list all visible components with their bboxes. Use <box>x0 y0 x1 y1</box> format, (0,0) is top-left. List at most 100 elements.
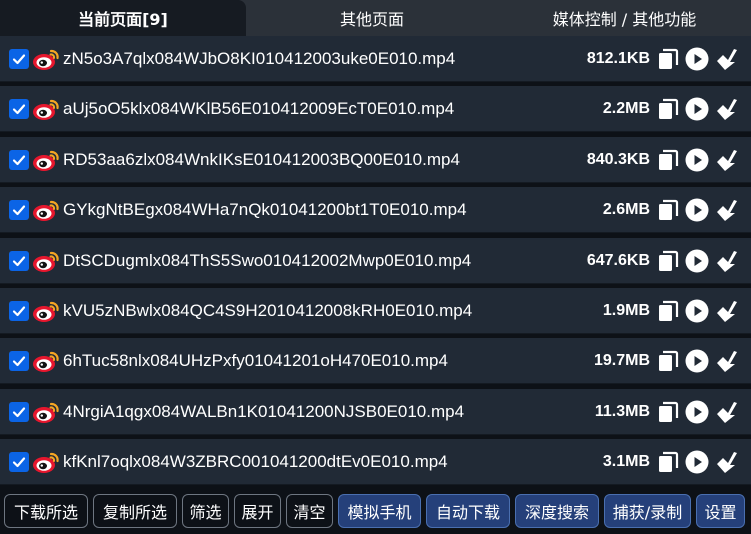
select-checkbox[interactable] <box>9 452 29 473</box>
select-checkbox[interactable] <box>9 250 29 271</box>
mobile-emulation-button[interactable]: 模拟手机 <box>338 494 421 528</box>
weibo-icon <box>33 453 59 474</box>
file-name: RD53aa6zlx084WnkIKsE010412003BQ00E010.mp… <box>63 149 460 169</box>
checkmark-icon <box>12 104 26 115</box>
file-size: 11.3MB <box>594 402 650 420</box>
file-row: 6hTuc58nlx084UHzPxfy01041201oH470E010.mp… <box>0 338 751 385</box>
play-icon[interactable] <box>685 450 709 474</box>
download-icon[interactable] <box>714 97 738 121</box>
tab-current-page[interactable]: 当前页面[9] <box>0 0 246 36</box>
play-icon[interactable] <box>685 299 709 323</box>
file-name: DtSCDugmlx084ThS5Swo010412002Mwp0E010.mp… <box>63 250 472 270</box>
download-icon[interactable] <box>714 198 738 222</box>
weibo-icon <box>33 352 59 373</box>
weibo-icon <box>33 201 59 222</box>
bottom-toolbar: 下载所选 复制所选 筛选 展开 清空 模拟手机 自动下载 深度搜索 捕获/录制 … <box>0 488 751 534</box>
file-name: GYkgNtBEgx084WHa7nQk01041200bt1T0E010.mp… <box>63 200 467 220</box>
file-row: DtSCDugmlx084ThS5Swo010412002Mwp0E010.mp… <box>0 237 751 284</box>
file-size: 3.1MB <box>602 453 650 471</box>
select-checkbox[interactable] <box>9 351 29 372</box>
filter-button[interactable]: 筛选 <box>182 494 229 528</box>
play-icon[interactable] <box>685 400 709 424</box>
select-checkbox[interactable] <box>9 49 29 69</box>
weibo-icon <box>33 402 59 423</box>
checkmark-icon <box>12 407 26 417</box>
file-row: RD53aa6zlx084WnkIKsE010412003BQ00E010.mp… <box>0 136 751 183</box>
copy-icon[interactable] <box>656 47 680 71</box>
select-checkbox[interactable] <box>9 99 29 120</box>
tab-bar: 当前页面[9] 其他页面 媒体控制 / 其他功能 <box>0 0 751 36</box>
play-icon[interactable] <box>685 47 709 71</box>
download-icon[interactable] <box>714 47 738 71</box>
select-checkbox[interactable] <box>9 200 29 221</box>
checkmark-icon <box>12 356 26 367</box>
file-row: 4NrgiA1qgx084WALBn1K01041200NJSB0E010.mp… <box>0 388 751 435</box>
download-icon[interactable] <box>714 299 738 323</box>
copy-icon[interactable] <box>656 198 680 222</box>
file-size: 2.6MB <box>602 201 650 219</box>
media-file-list: zN5o3A7qlx084WJbO8KI010412003uke0E010.mp… <box>0 36 751 488</box>
download-icon[interactable] <box>714 400 738 424</box>
file-name: kVU5zNBwlx084QC4S9H2010412008kRH0E010.mp… <box>63 301 473 320</box>
file-size: 647.6KB <box>586 251 650 269</box>
checkmark-icon <box>12 54 26 65</box>
weibo-icon <box>33 100 59 121</box>
select-checkbox[interactable] <box>9 401 29 422</box>
file-row: kVU5zNBwlx084QC4S9H2010412008kRH0E010.mp… <box>0 288 751 334</box>
tab-label: 其他页面 <box>339 10 404 29</box>
download-selected-button[interactable]: 下载所选 <box>4 494 88 528</box>
play-icon[interactable] <box>685 97 709 121</box>
checkmark-icon <box>12 306 26 317</box>
auto-download-button[interactable]: 自动下载 <box>426 494 510 528</box>
checkmark-icon <box>12 155 26 165</box>
checkmark-icon <box>12 205 26 216</box>
file-size: 812.1KB <box>586 50 650 67</box>
checkmark-icon <box>12 457 26 468</box>
copy-icon[interactable] <box>656 299 680 323</box>
file-size: 840.3KB <box>586 150 650 168</box>
download-icon[interactable] <box>714 349 738 373</box>
file-name: 4NrgiA1qgx084WALBn1K01041200NJSB0E010.mp… <box>63 401 465 421</box>
play-icon[interactable] <box>685 249 709 273</box>
file-row: GYkgNtBEgx084WHa7nQk01041200bt1T0E010.mp… <box>0 187 751 234</box>
copy-selected-button[interactable]: 复制所选 <box>93 494 177 528</box>
copy-icon[interactable] <box>656 249 680 273</box>
file-name: 6hTuc58nlx084UHzPxfy01041201oH470E010.mp… <box>63 351 448 371</box>
file-name: aUj5oO5klx084WKlB56E010412009EcT0E010.mp… <box>63 99 455 119</box>
copy-icon[interactable] <box>656 400 680 424</box>
clear-button[interactable]: 清空 <box>286 494 333 528</box>
tab-label: 当前页面[9] <box>78 10 168 29</box>
select-checkbox[interactable] <box>9 149 29 170</box>
copy-icon[interactable] <box>656 450 680 474</box>
select-checkbox[interactable] <box>9 301 29 321</box>
file-row: kfKnl7oqlx084W3ZBRC001041200dtEv0E010.mp… <box>0 439 751 486</box>
copy-icon[interactable] <box>656 349 680 373</box>
weibo-icon <box>33 150 59 171</box>
tab-media-control[interactable]: 媒体控制 / 其他功能 <box>498 0 751 36</box>
download-icon[interactable] <box>714 450 738 474</box>
settings-button[interactable]: 设置 <box>696 494 745 528</box>
tab-other-pages[interactable]: 其他页面 <box>246 0 498 36</box>
download-icon[interactable] <box>714 148 738 172</box>
copy-icon[interactable] <box>656 97 680 121</box>
file-row: aUj5oO5klx084WKlB56E010412009EcT0E010.mp… <box>0 86 751 133</box>
weibo-icon <box>33 301 59 322</box>
weibo-icon <box>33 251 59 272</box>
play-icon[interactable] <box>685 349 709 373</box>
expand-button[interactable]: 展开 <box>234 494 281 528</box>
download-icon[interactable] <box>714 249 738 273</box>
tab-label: 媒体控制 / 其他功能 <box>552 10 697 29</box>
file-size: 19.7MB <box>593 352 650 370</box>
copy-icon[interactable] <box>656 148 680 172</box>
file-size: 2.2MB <box>602 100 650 118</box>
weibo-icon <box>33 49 59 70</box>
file-size: 1.9MB <box>602 302 650 319</box>
checkmark-icon <box>12 255 26 266</box>
file-row: zN5o3A7qlx084WJbO8KI010412003uke0E010.mp… <box>0 36 751 82</box>
capture-record-button[interactable]: 捕获/录制 <box>604 494 691 528</box>
file-name: kfKnl7oqlx084W3ZBRC001041200dtEv0E010.mp… <box>63 452 448 472</box>
deep-search-button[interactable]: 深度搜索 <box>515 494 599 528</box>
play-icon[interactable] <box>685 198 709 222</box>
play-icon[interactable] <box>685 148 709 172</box>
file-name: zN5o3A7qlx084WJbO8KI010412003uke0E010.mp… <box>63 49 456 68</box>
